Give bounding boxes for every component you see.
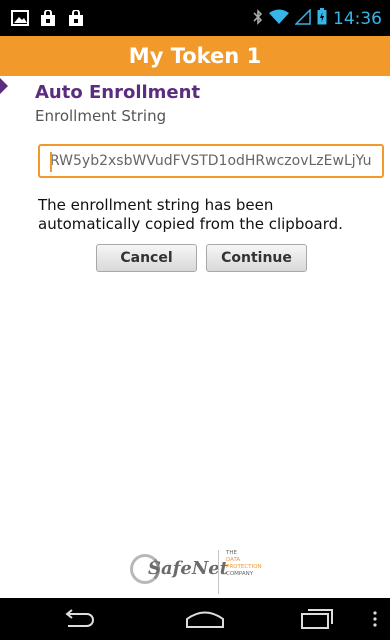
- wifi-icon: [269, 9, 289, 29]
- notification-icons: [10, 9, 86, 27]
- logo-tagline-line: COMPANY: [226, 571, 254, 577]
- recent-apps-icon[interactable]: [300, 608, 334, 634]
- section-heading: Auto Enrollment: [35, 82, 201, 103]
- back-icon[interactable]: [60, 608, 96, 634]
- text-cursor: [50, 152, 52, 172]
- enrollment-string-label: Enrollment String: [35, 107, 167, 125]
- image-icon: [10, 9, 30, 27]
- battery-icon: [317, 8, 327, 29]
- action-bar: My Token 1: [0, 36, 390, 76]
- shopping-bag-icon: [38, 9, 58, 27]
- safenet-logo: SafeNet THE DATA PROTECTION COMPANY: [130, 548, 280, 600]
- enrollment-string-input[interactable]: [40, 146, 382, 176]
- logo-tagline: THE DATA PROTECTION COMPANY: [226, 550, 262, 578]
- navigation-bar: [0, 598, 390, 640]
- status-bar: 14:36: [0, 0, 390, 36]
- logo-divider: [218, 550, 219, 594]
- signal-icon: [294, 7, 311, 29]
- page-title: My Token 1: [128, 44, 262, 68]
- continue-button[interactable]: Continue: [206, 244, 307, 272]
- bluetooth-icon: [253, 8, 263, 29]
- home-icon[interactable]: [186, 610, 224, 632]
- menu-icon[interactable]: [372, 610, 378, 632]
- logo-wordmark: SafeNet: [148, 558, 229, 579]
- section-marker-icon: [0, 78, 8, 94]
- cancel-button[interactable]: Cancel: [96, 244, 197, 272]
- clock: 14:36: [333, 8, 382, 29]
- logo-tagline-line: DATA: [226, 557, 241, 563]
- logo-tagline-line: PROTECTION: [226, 564, 262, 570]
- system-icons: 14:36: [253, 7, 382, 29]
- enrollment-string-field[interactable]: [38, 144, 384, 178]
- shopping-bag-icon: [66, 9, 86, 27]
- clipboard-message: The enrollment string has been automatic…: [38, 196, 343, 233]
- logo-tagline-line: THE: [226, 550, 237, 556]
